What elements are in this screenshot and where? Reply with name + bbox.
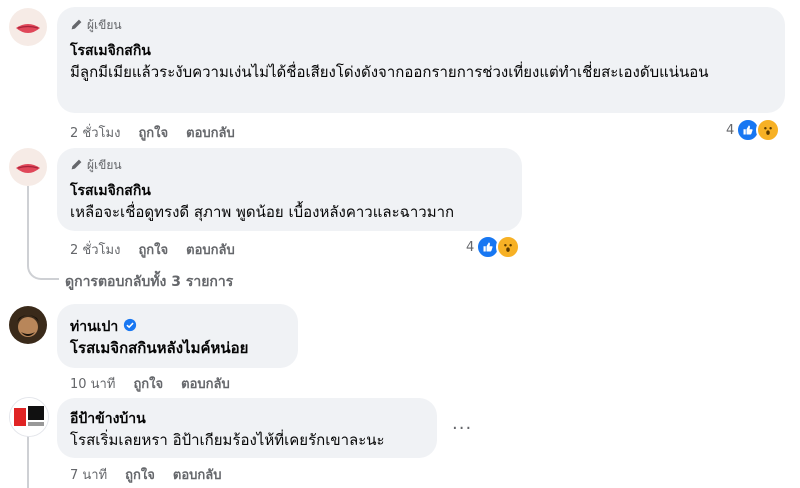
mention-text: โรสเมจิกสกินหลังไมค์หน่อย — [70, 339, 249, 357]
author-badge: ผู้เขียน — [70, 156, 122, 175]
comment-time[interactable]: 7 นาที — [70, 464, 107, 485]
verified-badge-icon — [123, 318, 137, 336]
comment-time[interactable]: 2 ชั่วโมง — [70, 239, 120, 260]
comment-actions: 2 ชั่วโมง ถูกใจ ตอบกลับ — [70, 239, 235, 260]
commenter-name[interactable]: ท่านเปา — [70, 316, 137, 338]
reply-button[interactable]: ตอบกลับ — [181, 373, 230, 394]
avatar[interactable] — [9, 397, 49, 437]
comment-actions: 7 นาที ถูกใจ ตอบกลับ — [70, 464, 221, 485]
like-button[interactable]: ถูกใจ — [125, 464, 155, 485]
reaction-summary[interactable]: 4 — [466, 235, 521, 259]
thread-line — [27, 436, 29, 488]
like-button[interactable]: ถูกใจ — [138, 239, 168, 260]
comment-text: มีลูกมีเมียแล้วระงับความเง่นไม่ได้ชื่อเส… — [70, 63, 709, 81]
avatar[interactable] — [9, 148, 47, 186]
author-badge-label: ผู้เขียน — [87, 18, 122, 32]
author-badge-label: ผู้เขียน — [87, 158, 122, 172]
thread-line — [27, 186, 29, 264]
comment-actions: 10 นาที ถูกใจ ตอบกลับ — [70, 373, 230, 394]
comment-actions: 2 ชั่วโมง ถูกใจ ตอบกลับ — [70, 122, 235, 143]
more-options-icon[interactable]: ··· — [452, 418, 472, 439]
pencil-icon — [70, 18, 83, 34]
comment-text: โรสเมจิกสกินหลังไมค์หน่อย — [70, 336, 295, 360]
commenter-name-label: ท่านเปา — [70, 319, 119, 335]
commenter-name[interactable]: โรสเมจิกสกิน — [70, 40, 151, 62]
view-replies-link[interactable]: ดูการตอบกลับทั้ง 3 รายการ — [65, 271, 233, 293]
commenter-name[interactable]: อีป้าข้างบ้าน — [70, 408, 146, 430]
like-button[interactable]: ถูกใจ — [133, 373, 163, 394]
avatar[interactable] — [9, 306, 47, 344]
commenter-name[interactable]: โรสเมจิกสกิน — [70, 180, 151, 202]
pencil-icon — [70, 158, 83, 174]
wow-reaction-icon — [756, 118, 781, 142]
comment-time[interactable]: 10 นาที — [70, 373, 115, 394]
reply-button[interactable]: ตอบกลับ — [186, 122, 235, 143]
comment-text: เหลือจะเชื่อดูทรงดี สุภาพ พูดน้อย เบื้อง… — [70, 203, 455, 221]
avatar[interactable] — [9, 8, 47, 46]
reaction-summary[interactable]: 4 — [726, 118, 781, 142]
reaction-count: 4 — [726, 122, 735, 138]
reply-button[interactable]: ตอบกลับ — [173, 464, 222, 485]
comment-time[interactable]: 2 ชั่วโมง — [70, 122, 120, 143]
thread-line-curve — [27, 262, 59, 280]
reaction-count: 4 — [466, 239, 475, 255]
author-badge: ผู้เขียน — [70, 16, 122, 35]
comment-text: โรสเริ่มเลยหรา อิป้าเกียมร้องไห้ที่เคยรั… — [70, 431, 385, 449]
like-button[interactable]: ถูกใจ — [138, 122, 168, 143]
reply-button[interactable]: ตอบกลับ — [186, 239, 235, 260]
wow-reaction-icon — [496, 235, 521, 259]
